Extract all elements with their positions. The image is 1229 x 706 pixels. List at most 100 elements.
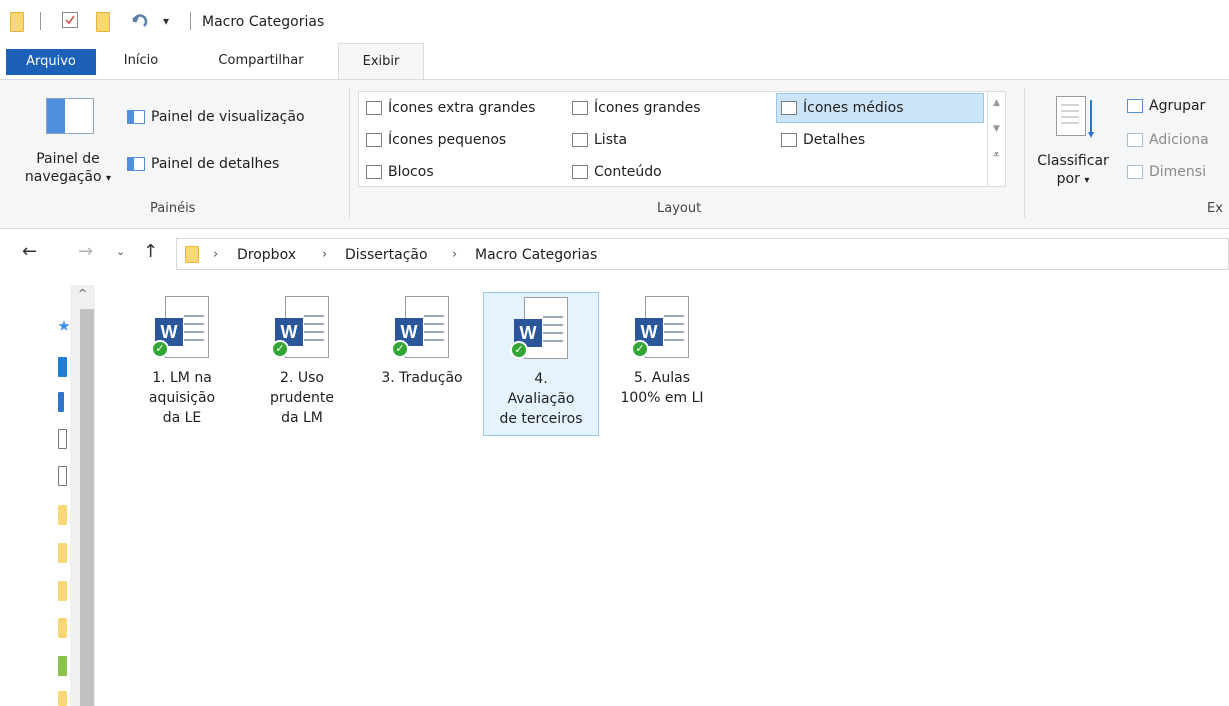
folder-icon[interactable]: [58, 543, 67, 563]
details-icon: [781, 133, 797, 147]
layout-small-icons[interactable]: Ícones pequenos: [366, 129, 506, 151]
layout-item-label: Ícones médios: [803, 100, 904, 116]
file-item[interactable]: W ✓ 3. Tradução: [364, 292, 480, 394]
group-by-label: Agrupar: [1149, 98, 1206, 114]
tab-compartilhar[interactable]: Compartilhar: [196, 43, 326, 79]
scroll-down-icon[interactable]: ▼: [988, 124, 1005, 134]
details-pane-button[interactable]: Painel de detalhes: [127, 153, 279, 175]
tab-inicio[interactable]: Início: [106, 43, 176, 79]
downloads-icon[interactable]: [58, 392, 64, 412]
add-columns-icon: [1127, 133, 1143, 147]
navigation-pane-label: navegação: [24, 169, 102, 185]
synced-check-icon: ✓: [631, 340, 649, 358]
tab-exibir[interactable]: Exibir: [338, 43, 424, 79]
synced-check-icon: ✓: [271, 340, 289, 358]
sort-by-label: por: [1056, 171, 1080, 187]
scroll-up-icon[interactable]: ^: [78, 287, 87, 300]
navigation-pane-label: Painel de: [36, 151, 100, 167]
large-icons-icon: [572, 101, 588, 115]
gallery-scroll[interactable]: ▲ ▼ ⩡: [987, 92, 1005, 186]
desktop-icon[interactable]: [58, 357, 67, 377]
folder-icon[interactable]: [58, 691, 67, 706]
layout-details[interactable]: Detalhes: [781, 129, 865, 151]
quick-access-icon[interactable]: [58, 320, 70, 331]
pictures-icon[interactable]: [58, 466, 67, 486]
preview-pane-button[interactable]: Painel de visualização: [127, 106, 305, 128]
group-divider: [349, 88, 350, 218]
word-document-icon: W ✓: [151, 296, 213, 366]
add-columns-button[interactable]: Adiciona: [1127, 129, 1209, 151]
address-bar[interactable]: › Dropbox › Dissertação › Macro Categori…: [176, 238, 1229, 270]
extra-large-icons-icon: [366, 101, 382, 115]
address-row: ← → ⌄ ↑ › Dropbox › Dissertação › Macro …: [0, 235, 1229, 273]
file-item[interactable]: W ✓ 5. Aulas 100% em LI: [604, 292, 720, 414]
sort-by-button[interactable]: Classificar por ▾: [1030, 152, 1116, 190]
small-icons-icon: [366, 133, 382, 147]
breadcrumb-dropbox[interactable]: Dropbox: [237, 247, 296, 263]
file-item[interactable]: W ✓ 2. Uso prudente da LM: [244, 292, 360, 434]
window-title: Macro Categorias: [202, 14, 325, 30]
layout-item-label: Ícones extra grandes: [388, 100, 536, 116]
recent-locations-icon[interactable]: ⌄: [116, 245, 125, 258]
gallery-expand-icon[interactable]: ⩡: [988, 148, 1005, 162]
navigation-pane-button[interactable]: Painel de navegação ▾: [18, 150, 118, 188]
navigation-pane-icon[interactable]: [46, 98, 94, 134]
file-name: 1. LM na aquisição da LE: [148, 370, 216, 426]
content-icon: [572, 165, 588, 179]
size-columns-icon: [1127, 165, 1143, 179]
layout-medium-icons[interactable]: Ícones médios: [781, 97, 904, 119]
up-icon[interactable]: ↑: [143, 241, 158, 262]
divider: [190, 12, 191, 30]
customize-toolbar-icon[interactable]: ▾: [163, 14, 169, 34]
folder-icon[interactable]: [10, 12, 24, 32]
chevron-right-icon[interactable]: ›: [322, 247, 327, 262]
back-icon[interactable]: ←: [22, 241, 37, 262]
size-columns-label: Dimensi: [1149, 164, 1206, 180]
nav-scrollbar-thumb[interactable]: [80, 309, 94, 706]
layout-content[interactable]: Conteúdo: [572, 161, 662, 183]
synced-check-icon: ✓: [510, 341, 528, 359]
file-name: 2. Uso prudente da LM: [270, 370, 334, 426]
word-document-icon: W ✓: [271, 296, 333, 366]
size-columns-button[interactable]: Dimensi: [1127, 161, 1206, 183]
scroll-up-icon[interactable]: ▲: [988, 98, 1005, 108]
breadcrumb-macro-categorias[interactable]: Macro Categorias: [475, 247, 597, 263]
forward-icon[interactable]: →: [78, 241, 93, 262]
chevron-right-icon[interactable]: ›: [213, 247, 218, 262]
group-divider: [1024, 88, 1025, 218]
layout-extra-large-icons[interactable]: Ícones extra grandes: [366, 97, 535, 119]
dropdown-arrow-icon: ▾: [1084, 175, 1090, 186]
divider: [40, 12, 41, 30]
new-folder-icon[interactable]: [96, 12, 110, 32]
layout-large-icons[interactable]: Ícones grandes: [572, 97, 701, 119]
details-pane-label: Painel de detalhes: [151, 156, 280, 172]
file-item[interactable]: W ✓ 1. LM na aquisição da LE: [124, 292, 240, 434]
folder-icon[interactable]: [58, 618, 67, 638]
sort-arrow-icon: [1088, 98, 1094, 138]
tiles-icon: [366, 165, 382, 179]
properties-icon[interactable]: [62, 12, 78, 28]
ribbon: Painel de navegação ▾ Painel de visualiz…: [0, 79, 1229, 229]
synced-folder-icon[interactable]: [58, 656, 67, 676]
navigation-pane: ^: [0, 275, 95, 706]
add-columns-label: Adiciona: [1149, 132, 1209, 148]
title-bar: ▾ Macro Categorias: [0, 0, 1229, 40]
group-label-current-view: Ex: [1207, 201, 1223, 216]
file-item-selected[interactable]: W ✓ 4. Avaliação de terceiros: [483, 292, 599, 436]
layout-tiles[interactable]: Blocos: [366, 161, 434, 183]
word-document-icon: W ✓: [631, 296, 693, 366]
documents-icon[interactable]: [58, 429, 67, 449]
sort-by-icon[interactable]: [1056, 96, 1086, 136]
group-by-button[interactable]: Agrupar: [1127, 95, 1205, 117]
layout-list[interactable]: Lista: [572, 129, 627, 151]
group-label-panes: Painéis: [150, 201, 196, 216]
tab-arquivo[interactable]: Arquivo: [6, 49, 96, 75]
folder-icon[interactable]: [58, 505, 67, 525]
breadcrumb-dissertacao[interactable]: Dissertação: [345, 247, 428, 263]
folder-icon[interactable]: [58, 581, 67, 601]
word-document-icon: W ✓: [510, 297, 572, 367]
chevron-right-icon[interactable]: ›: [452, 247, 457, 262]
details-pane-icon: [127, 157, 145, 171]
layout-item-label: Lista: [594, 132, 628, 148]
undo-icon[interactable]: [130, 12, 150, 32]
